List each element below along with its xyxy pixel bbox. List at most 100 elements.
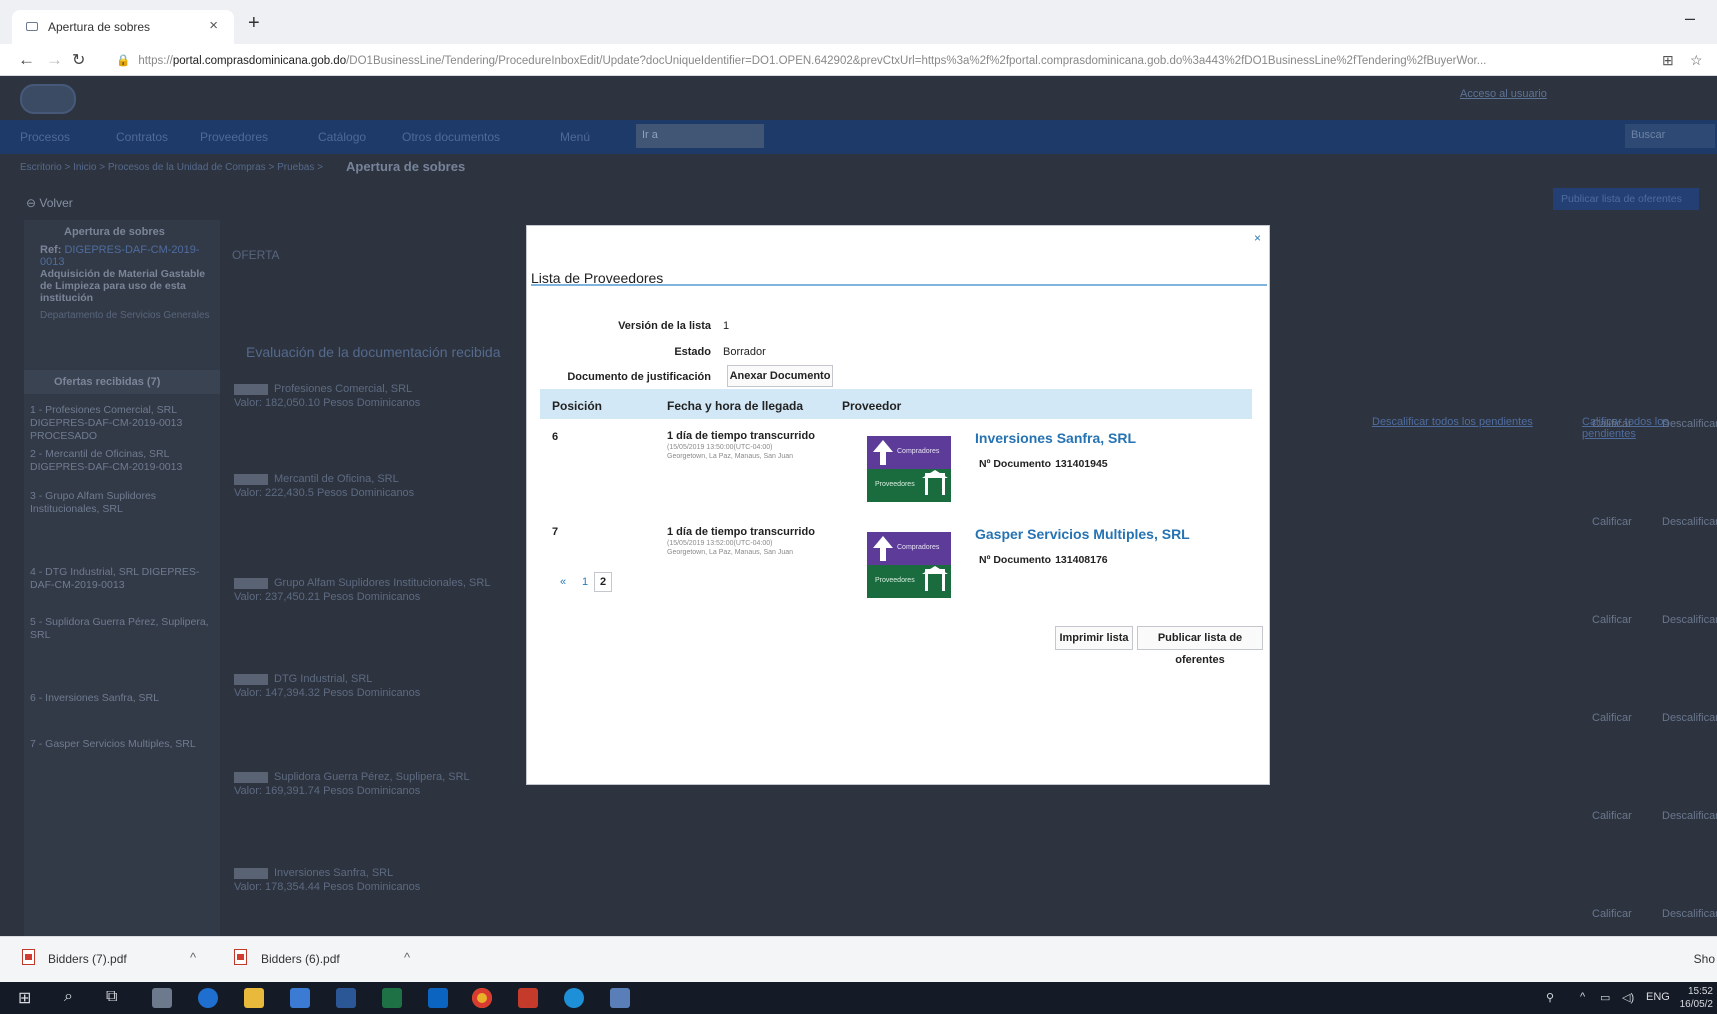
disqualify-button[interactable]: Descalificar [1662,418,1717,430]
row-timestamp: (15/05/2019 13:50:00(UTC-04:00) Georgetow… [667,444,794,460]
qualify-button[interactable]: Calificar [1592,516,1632,528]
powerpoint-icon[interactable] [518,988,538,1008]
offer-row[interactable]: Grupo Alfam Suplidores Institucionales, … [234,576,524,604]
minimize-button[interactable]: – [1685,8,1695,29]
disqualify-button[interactable]: Descalificar [1662,712,1717,724]
offer-row[interactable]: Suplidora Guerra Pérez, Suplipera, SRL Va… [234,770,524,798]
task-view-icon[interactable]: ⧉ [106,988,117,1006]
outlook-icon[interactable] [428,988,448,1008]
pager-page-1[interactable]: 1 [582,576,588,588]
browser-tab[interactable]: Apertura de sobres × [12,10,234,44]
search-icon[interactable]: ⌕ [64,988,73,1006]
skype-icon[interactable] [564,988,584,1008]
offer-list-item[interactable]: 6 - Inversiones Sanfra, SRL [30,692,216,705]
close-icon[interactable]: × [1254,231,1261,245]
disqualify-button[interactable]: Descalificar [1662,908,1717,920]
offer-row[interactable]: Inversiones Sanfra, SRL Valor: 178,354.44… [234,866,524,894]
edge-browser-icon[interactable] [198,988,218,1008]
row-position: 7 [552,526,559,538]
column-header-supplier: Proveedor [842,399,902,413]
offer-list-item[interactable]: 5 - Suplidora Guerra Pérez, Suplipera, S… [30,616,216,642]
supplier-name-link[interactable]: Gasper Servicios Multiples, SRL [975,526,1190,542]
chrome-icon[interactable] [472,988,492,1008]
offer-row[interactable]: Profesiones Comercial, SRL Valor: 182,050… [234,382,524,410]
menu-item-proveedores[interactable]: Proveedores [200,130,268,144]
qualify-button[interactable]: Calificar [1592,908,1632,920]
supplier-name-link[interactable]: Inversiones Sanfra, SRL [975,430,1136,446]
app-icon[interactable] [610,988,630,1008]
store-icon[interactable] [290,988,310,1008]
table-header: Posición Fecha y hora de llegada Proveed… [540,389,1252,419]
people-icon[interactable]: ⚲ [1546,991,1554,1004]
column-header-position: Posición [552,399,603,413]
excel-icon[interactable] [382,988,402,1008]
offer-list-item[interactable]: 4 - DTG Industrial, SRL DIGEPRES-DAF-CM-… [30,566,216,592]
url-host: portal.comprasdominicana.gob.do [172,55,347,67]
title-divider [531,284,1267,286]
print-list-button[interactable]: Imprimir lista [1055,626,1133,650]
tab-close-icon[interactable]: × [209,17,218,34]
language-indicator[interactable]: ENG [1646,991,1670,1003]
calculator-icon[interactable] [152,988,172,1008]
publish-list-button-bg[interactable]: Publicar lista de oferentes [1553,188,1699,210]
download-item[interactable]: Bidders (6).pdf [261,952,340,966]
offers-received-header[interactable]: Ofertas recibidas (7) [24,370,220,394]
qualify-button[interactable]: Calificar [1592,810,1632,822]
row-elapsed: 1 día de tiempo transcurrido [667,430,815,442]
offer-list-item[interactable]: 2 - Mercantil de Oficinas, SRL DIGEPRES-… [30,448,216,474]
reload-icon[interactable]: ↻ [72,50,85,70]
qualify-button[interactable]: Calificar [1592,614,1632,626]
disqualify-all-link[interactable]: Descalificar todos los pendientes [1372,416,1533,428]
publish-list-button[interactable]: Publicar lista de oferentes [1137,626,1263,666]
forward-arrow-icon[interactable]: → [46,50,63,70]
offer-list-item[interactable]: 3 - Grupo Alfam Suplidores Institucional… [30,490,216,516]
goto-select[interactable]: Ir a [636,124,764,148]
menu-item-catalogo[interactable]: Catálogo [318,130,366,144]
supplier-badge: Compradores Proveedores [867,532,951,598]
ref-value[interactable]: DIGEPRES-DAF-CM-2019-0013 [40,244,200,268]
bookmark-star-icon[interactable]: ☆ [1690,52,1703,69]
breadcrumb[interactable]: Escritorio > Inicio > Procesos de la Uni… [20,162,323,173]
offer-row[interactable]: DTG Industrial, SRL Valor: 147,394.32 Pes… [234,672,524,700]
disqualify-button[interactable]: Descalificar [1662,810,1717,822]
translate-icon[interactable]: ⊞ [1662,52,1674,69]
word-icon[interactable] [336,988,356,1008]
offer-list-item[interactable]: 7 - Gasper Servicios Multiples, SRL [30,738,216,751]
qualify-button[interactable]: Calificar [1592,712,1632,724]
row-elapsed: 1 día de tiempo transcurrido [667,526,815,538]
search-input[interactable]: Buscar [1625,124,1715,148]
url-field[interactable]: 🔒 https://portal.comprasdominicana.gob.do… [116,53,1656,67]
new-tab-button[interactable]: + [248,12,260,35]
file-explorer-icon[interactable] [244,988,264,1008]
menu-item-menu[interactable]: Menú [560,130,590,144]
download-item[interactable]: Bidders (7).pdf [48,952,127,966]
volume-icon[interactable]: ◁) [1622,991,1634,1004]
disqualify-button[interactable]: Descalificar [1662,516,1717,528]
pager-page-2-current[interactable]: 2 [594,572,612,592]
clock[interactable]: 15:52 16/05/2 [1680,985,1713,1011]
offer-row-name: Profesiones Comercial, SRL [274,383,413,395]
tray-expand-icon[interactable]: ^ [1580,991,1585,1003]
offer-row-value: Valor: 237,450.21 Pesos Dominicanos [234,591,421,603]
offer-row-name: Mercantil de Oficina, SRL [274,473,399,485]
pager-prev[interactable]: « [560,576,566,588]
menu-item-otros-documentos[interactable]: Otros documentos [402,130,500,144]
back-button[interactable]: ⊖ Volver [26,196,73,210]
windows-start-icon[interactable]: ⊞ [18,988,31,1008]
menu-item-contratos[interactable]: Contratos [116,130,168,144]
lock-icon: 🔒 [116,55,131,67]
offer-row[interactable]: Mercantil de Oficina, SRL Valor: 222,430.… [234,472,524,500]
disqualify-button[interactable]: Descalificar [1662,614,1717,626]
attach-document-button[interactable]: Anexar Documento [727,365,833,387]
chevron-up-icon[interactable]: ^ [190,950,196,965]
chevron-up-icon[interactable]: ^ [404,950,410,965]
qualify-button[interactable]: Calificar [1592,418,1632,430]
user-access-link[interactable]: Acceso al usuario [1460,88,1547,100]
back-arrow-icon[interactable]: ← [18,50,35,70]
menu-item-procesos[interactable]: Procesos [20,130,70,144]
network-icon[interactable]: ▭ [1600,991,1610,1004]
row-timestamp: (15/05/2019 13:52:00(UTC-04:00) Georgetow… [667,540,794,556]
version-value: 1 [723,320,730,332]
show-all-downloads[interactable]: Sho [1694,952,1715,966]
offer-list-item[interactable]: 1 - Profesiones Comercial, SRL DIGEPRES-… [30,404,216,443]
